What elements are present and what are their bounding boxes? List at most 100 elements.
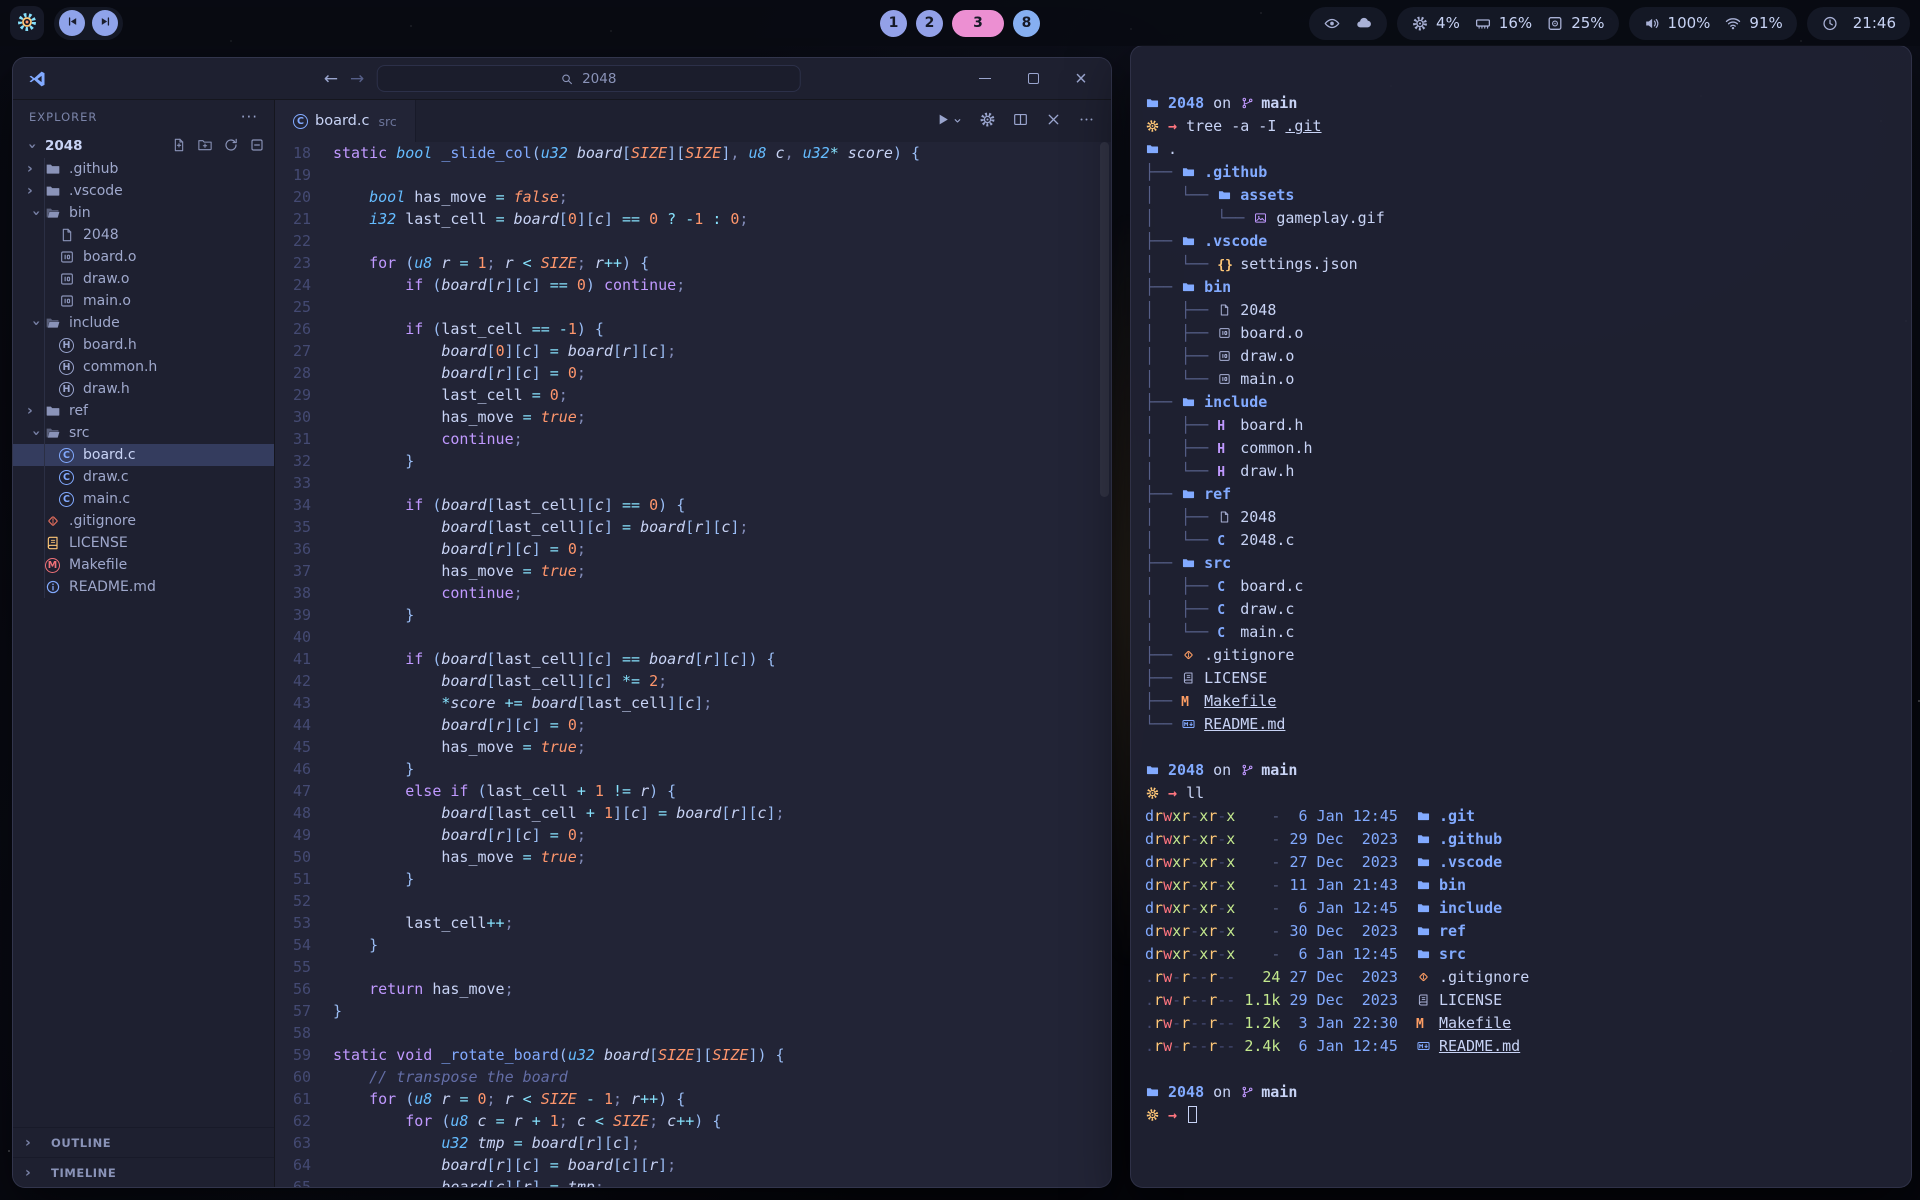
explorer-item-src[interactable]: ›src bbox=[13, 422, 274, 444]
explorer-more-actions-icon[interactable]: ··· bbox=[241, 108, 258, 126]
workspace-2[interactable]: 2 bbox=[916, 10, 943, 37]
wifi-icon bbox=[1724, 15, 1742, 32]
folder-icon bbox=[1181, 165, 1198, 179]
tab-detail: src bbox=[378, 114, 396, 129]
split-icon bbox=[1012, 111, 1029, 131]
file-label: board.c bbox=[83, 447, 136, 463]
tab-board-c[interactable]: C board.c src bbox=[275, 100, 416, 142]
gear-icon bbox=[1411, 15, 1429, 32]
code-text: } bbox=[333, 758, 414, 780]
tree-row: └── README.md bbox=[1145, 713, 1895, 736]
collapse-all-icon bbox=[249, 141, 265, 156]
timeline-panel-label: TIMELINE bbox=[51, 1166, 116, 1180]
timeline-panel-header[interactable]: › TIMELINE bbox=[13, 1157, 274, 1187]
line-number: 63 bbox=[275, 1132, 333, 1154]
vscode-titlebar[interactable]: ← → 2048 × bbox=[13, 58, 1111, 100]
tree-row: ├── include bbox=[1145, 391, 1895, 414]
explorer-item-board-c[interactable]: Cboard.c bbox=[13, 444, 274, 466]
media-previous-button[interactable] bbox=[59, 10, 85, 36]
explorer-item-bin[interactable]: ›bin bbox=[13, 202, 274, 224]
line-number: 54 bbox=[275, 934, 333, 956]
file-label: bin bbox=[69, 205, 91, 221]
workspace-8[interactable]: 8 bbox=[1013, 10, 1040, 37]
code-text: board[r][c] = board[c][r]; bbox=[333, 1154, 676, 1176]
code-text: static bool _slide_col(u32 board[SIZE][S… bbox=[333, 142, 920, 164]
workspace-3[interactable]: 3 bbox=[952, 10, 1004, 37]
collapse-all-button[interactable] bbox=[247, 137, 266, 156]
line-number: 52 bbox=[275, 890, 333, 912]
code-line-26: 26 if (last_cell == -1) { bbox=[275, 318, 1111, 340]
code-text: for (u8 r = 1; r < SIZE; r++) { bbox=[333, 252, 649, 274]
binary-icon bbox=[1217, 326, 1234, 340]
explorer-item-board-h[interactable]: Hboard.h bbox=[13, 334, 274, 356]
explorer-item-license[interactable]: LICENSE bbox=[13, 532, 274, 554]
line-number: 49 bbox=[275, 824, 333, 846]
listing-row: drwxr-xr-x - 30 Dec 2023 ref bbox=[1145, 920, 1895, 943]
code-line-51: 51 } bbox=[275, 868, 1111, 890]
file-label: .gitignore bbox=[69, 513, 136, 529]
navigate-back-button[interactable]: ← bbox=[324, 69, 338, 89]
vscode-body: EXPLORER ··· › 2048 ›.github›.vscode›bin… bbox=[13, 100, 1111, 1187]
new-file-button[interactable] bbox=[169, 137, 188, 156]
audio-network-widget[interactable]: 100%91% bbox=[1629, 7, 1797, 40]
explorer-item--gitignore[interactable]: .gitignore bbox=[13, 510, 274, 532]
binary-icon bbox=[1217, 372, 1234, 386]
terminal-window[interactable]: 2048 on main→ tree -a -I .git.├── .githu… bbox=[1130, 45, 1912, 1188]
split-editor-button[interactable] bbox=[1012, 111, 1029, 131]
explorer-root-folder[interactable]: › 2048 bbox=[13, 134, 274, 158]
explorer-item--github[interactable]: ›.github bbox=[13, 158, 274, 180]
line-number: 65 bbox=[275, 1176, 333, 1187]
binary-icon bbox=[59, 271, 81, 287]
explorer-item-common-h[interactable]: Hcommon.h bbox=[13, 356, 274, 378]
navigate-forward-button[interactable]: → bbox=[350, 69, 364, 89]
system-stats-widget[interactable]: 4%16%25% bbox=[1397, 7, 1618, 40]
refresh-button[interactable] bbox=[221, 137, 240, 156]
explorer-item--vscode[interactable]: ›.vscode bbox=[13, 180, 274, 202]
c-source-icon: C bbox=[59, 448, 74, 463]
workspace-1[interactable]: 1 bbox=[880, 10, 907, 37]
code-text: u32 tmp = board[r][c]; bbox=[333, 1132, 640, 1154]
explorer-item-ref[interactable]: ›ref bbox=[13, 400, 274, 422]
idle-weather-widget[interactable] bbox=[1309, 7, 1387, 40]
close-button[interactable]: × bbox=[1061, 64, 1101, 94]
explorer-item-2048[interactable]: 2048 bbox=[13, 224, 274, 246]
more-actions-button[interactable] bbox=[1078, 111, 1095, 131]
maximize-button[interactable] bbox=[1013, 64, 1053, 94]
folder-icon bbox=[1416, 901, 1433, 915]
gear-logo-icon bbox=[16, 11, 38, 36]
editor-settings-button[interactable] bbox=[979, 111, 996, 131]
clock-time: 21:46 bbox=[1853, 14, 1896, 32]
c-header-icon: H bbox=[1217, 461, 1234, 484]
editor-scrollbar[interactable] bbox=[1100, 142, 1109, 1187]
line-number: 64 bbox=[275, 1154, 333, 1176]
explorer-item-main-c[interactable]: Cmain.c bbox=[13, 488, 274, 510]
explorer-item-draw-c[interactable]: Cdraw.c bbox=[13, 466, 274, 488]
clock-widget[interactable]: 21:46 bbox=[1807, 7, 1910, 40]
play-icon bbox=[934, 111, 951, 131]
code-line-54: 54 } bbox=[275, 934, 1111, 956]
media-next-button[interactable] bbox=[92, 10, 118, 36]
close-editor-button[interactable] bbox=[1045, 111, 1062, 131]
code-line-62: 62 for (u8 c = r + 1; c < SIZE; c++) { bbox=[275, 1110, 1111, 1132]
explorer-item-readme-md[interactable]: README.md bbox=[13, 576, 274, 598]
explorer-item-draw-o[interactable]: draw.o bbox=[13, 268, 274, 290]
tree-row: ├── bin bbox=[1145, 276, 1895, 299]
new-folder-button[interactable] bbox=[195, 137, 214, 156]
code-editor-surface[interactable]: 18static bool _slide_col(u32 board[SIZE]… bbox=[275, 142, 1111, 1187]
line-number: 18 bbox=[275, 142, 333, 164]
minimize-button[interactable] bbox=[965, 64, 1005, 94]
settings-launcher-button[interactable] bbox=[10, 6, 44, 40]
outline-panel-header[interactable]: › OUTLINE bbox=[13, 1127, 274, 1157]
file-label: board.h bbox=[83, 337, 137, 353]
explorer-item-main-o[interactable]: main.o bbox=[13, 290, 274, 312]
explorer-item-makefile[interactable]: MMakefile bbox=[13, 554, 274, 576]
line-number: 59 bbox=[275, 1044, 333, 1066]
explorer-item-draw-h[interactable]: Hdraw.h bbox=[13, 378, 274, 400]
scrollbar-thumb[interactable] bbox=[1100, 142, 1109, 497]
run-button[interactable] bbox=[934, 111, 963, 131]
folder-icon bbox=[1181, 234, 1198, 248]
line-number: 47 bbox=[275, 780, 333, 802]
explorer-item-board-o[interactable]: board.o bbox=[13, 246, 274, 268]
command-center-search[interactable]: 2048 bbox=[376, 65, 800, 92]
explorer-item-include[interactable]: ›include bbox=[13, 312, 274, 334]
